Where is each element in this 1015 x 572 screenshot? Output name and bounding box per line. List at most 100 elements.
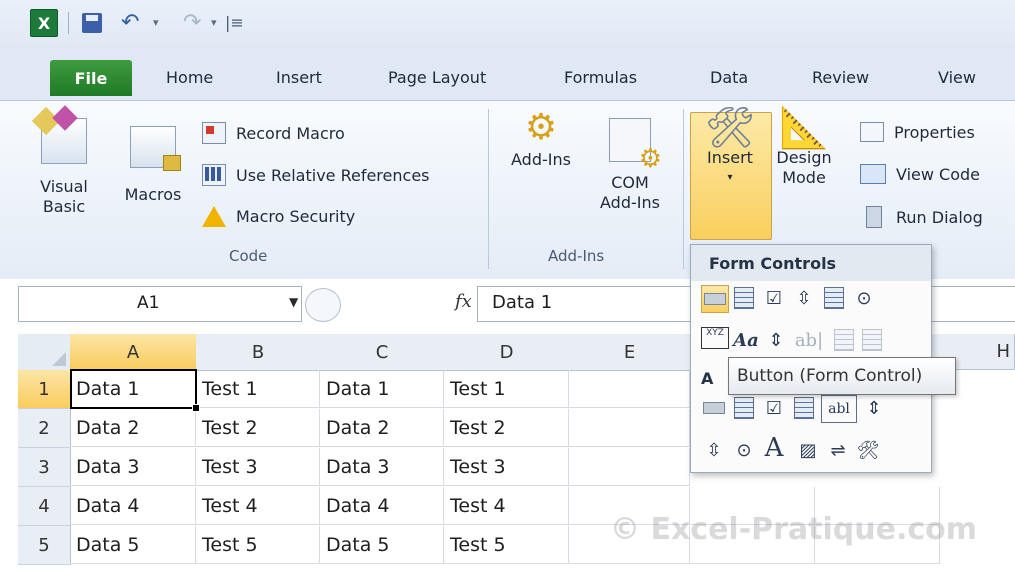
tab-review[interactable]: Review [812,62,869,92]
tab-formulas[interactable]: Formulas [564,62,637,92]
add-ins-button[interactable]: ⚙ Add-Ins [498,107,584,170]
option-button-form-control[interactable]: ⊙ [851,285,877,311]
combo-box-activex[interactable] [731,395,757,421]
insert-controls-button[interactable]: 🛠 Insert ▾ [694,108,766,188]
row-header-4[interactable]: 4 [18,487,71,526]
activex-controls-header: A [701,369,714,388]
excel-app-icon[interactable]: X [30,9,58,37]
label-form-control[interactable]: Aa [733,327,759,353]
redo-dropdown-icon[interactable]: ▾ [211,9,217,35]
row-header-5[interactable]: 5 [18,526,71,565]
check-box-form-control[interactable]: ☑ [761,285,787,311]
macros-button[interactable]: Macros [114,126,192,205]
text-box-activex[interactable]: abl [821,395,857,423]
design-mode-button[interactable]: 📐 Design Mode [772,108,836,188]
cell-d3[interactable]: Test 3 [444,448,569,486]
qat-separator [68,12,69,34]
text-field-form-control[interactable]: ab| [791,327,827,353]
scroll-bar-activex[interactable]: ⇕ [861,395,887,421]
cell-d4[interactable]: Test 4 [444,487,569,525]
tab-insert[interactable]: Insert [276,62,322,92]
column-header-a[interactable]: A [70,334,197,371]
column-header-c[interactable]: C [320,334,445,371]
column-header-b[interactable]: B [196,334,321,371]
cell-d1[interactable]: Test 1 [444,370,569,408]
group-separator [683,109,684,269]
toggle-button-activex[interactable]: ⇌ [825,437,851,463]
ribbon-tabs: File Home Insert Page Layout Formulas Da… [0,50,1015,100]
customize-qat-icon[interactable]: |≡ [225,9,244,35]
run-dialog-button[interactable]: Run Dialog [860,206,983,228]
insert-dropdown-icon: ▾ [727,172,733,183]
row-header-2[interactable]: 2 [18,409,71,448]
formula-bar-circle-button[interactable] [305,288,341,322]
combo-dropdown-form-control[interactable] [859,327,885,353]
command-button-activex[interactable] [701,395,727,421]
combo-box-form-control[interactable] [731,285,757,311]
spin-button-activex[interactable]: ⇳ [701,437,727,463]
tab-data[interactable]: Data [710,62,748,92]
command-button-icon [703,402,725,414]
cell-a2[interactable]: Data 2 [70,409,196,447]
macro-security-button[interactable]: Macro Security [202,206,355,227]
list-box-form-control[interactable] [821,285,847,311]
column-header-d[interactable]: D [444,334,570,371]
quick-access-toolbar: X ↶ ▾ ↷ ▾ |≡ [0,0,1015,50]
more-controls-activex[interactable]: 🛠 [855,437,881,463]
row-header-1[interactable]: 1 [18,370,71,409]
cell-e1[interactable] [569,370,690,408]
formula-value: Data 1 [492,292,553,313]
properties-button[interactable]: Properties [860,122,975,142]
cell-a3[interactable]: Data 3 [70,448,196,486]
cell-e3[interactable] [569,448,690,486]
group-box-form-control[interactable]: XYZ [701,327,729,349]
cell-c5[interactable]: Data 5 [320,526,444,564]
option-button-activex[interactable]: ⊙ [731,437,757,463]
record-macro-label: Record Macro [236,123,345,143]
cell-d5[interactable]: Test 5 [444,526,569,564]
option-button-icon: ⊙ [856,287,872,309]
column-header-e[interactable]: E [569,334,691,371]
image-activex[interactable]: ▨ [795,437,821,463]
cell-c1[interactable]: Data 1 [320,370,444,408]
visual-basic-button[interactable]: Visual Basic [36,118,92,217]
insert-function-icon[interactable]: fx [455,291,472,312]
name-box[interactable]: A1 ▼ [18,286,302,322]
row-header-3[interactable]: 3 [18,448,71,487]
use-relative-references-button[interactable]: Use Relative References [202,164,430,186]
button-form-control[interactable] [701,285,729,313]
com-add-ins-icon [609,118,662,169]
undo-dropdown-icon[interactable]: ▾ [153,9,159,35]
record-macro-button[interactable]: Record Macro [202,122,345,144]
select-all-corner[interactable] [18,334,71,371]
cell-b4[interactable]: Test 4 [196,487,320,525]
gears-icon: ⚙ [524,107,558,148]
tab-view[interactable]: View [938,62,976,92]
cell-c3[interactable]: Data 3 [320,448,444,486]
cell-e2[interactable] [569,409,690,447]
check-box-activex[interactable]: ☑ [761,395,787,421]
tab-file[interactable]: File [50,60,132,96]
name-box-dropdown-icon[interactable]: ▼ [289,295,298,309]
save-icon[interactable] [82,13,102,33]
cell-b2[interactable]: Test 2 [196,409,320,447]
cell-b3[interactable]: Test 3 [196,448,320,486]
cell-c4[interactable]: Data 4 [320,487,444,525]
view-code-button[interactable]: View Code [860,164,980,184]
spin-button-form-control[interactable]: ⇳ [791,285,817,311]
combo-list-form-control[interactable] [831,327,857,353]
com-add-ins-button[interactable]: COM Add-Ins [590,118,670,213]
tab-page-layout[interactable]: Page Layout [388,62,486,92]
cell-a4[interactable]: Data 4 [70,487,196,525]
scroll-bar-form-control[interactable]: ⇕ [763,327,789,353]
undo-icon[interactable]: ↶ [121,9,139,35]
cell-d2[interactable]: Test 2 [444,409,569,447]
cell-b5[interactable]: Test 5 [196,526,320,564]
cell-b1[interactable]: Test 1 [196,370,320,408]
cell-a5[interactable]: Data 5 [70,526,196,564]
label-activex[interactable]: A [761,433,787,463]
list-box-activex[interactable] [791,395,817,421]
cell-c2[interactable]: Data 2 [320,409,444,447]
redo-icon[interactable]: ↷ [183,9,201,35]
tab-home[interactable]: Home [166,62,213,92]
